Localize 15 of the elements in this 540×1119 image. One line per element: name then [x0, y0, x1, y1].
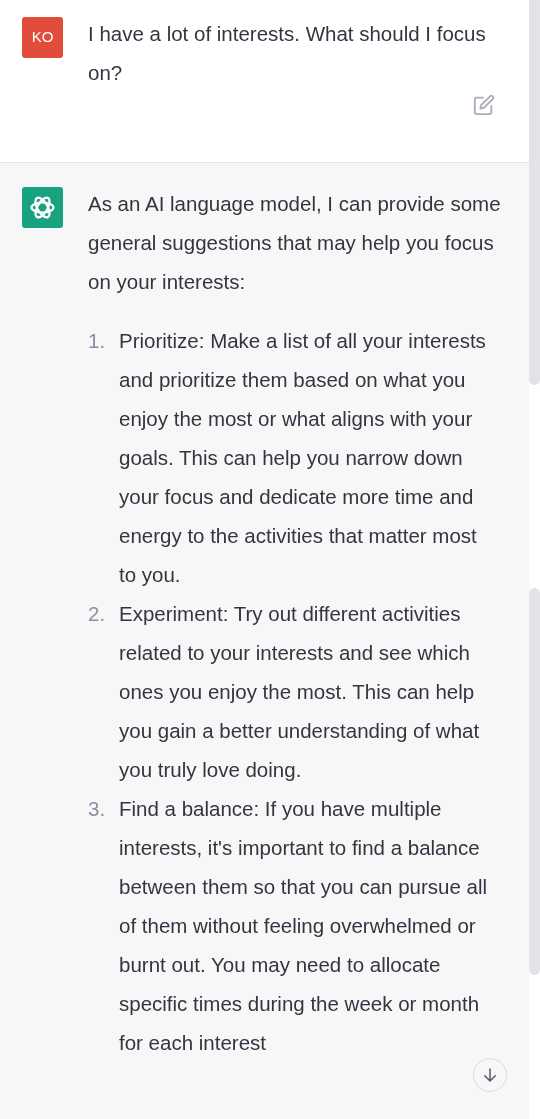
scrollbar-thumb[interactable] [529, 588, 540, 975]
list-number: 1. [88, 328, 107, 354]
arrow-down-icon [481, 1066, 499, 1084]
assistant-logo-icon [22, 187, 63, 228]
list-item-text: Find a balance: If you have multiple interests, it's important to find a balance between them so that you can pursue all of them without feeling overwhelmed or burnt out. You may need to allocate specific times during the week or month for each interest [119, 796, 489, 1056]
list-number: 2. [88, 601, 107, 627]
edit-icon[interactable] [473, 94, 495, 116]
message-text: As an AI language model, I can provide some general suggestions that may help you focus on your interests: [88, 191, 502, 295]
scroll-down-button[interactable] [473, 1058, 507, 1092]
list-number: 3. [88, 796, 107, 822]
scrollbar-thumb[interactable] [529, 0, 540, 385]
list-item-text: Prioritize: Make a list of all your interests and prioritize them based on what you enjoy the most or what aligns with your goals. This can help you narrow down your focus and dedicate more time and energy to the activities that matter most to you. [119, 328, 487, 588]
user-avatar: KO [22, 17, 63, 58]
list-item-text: Experiment: Try out different activities related to your interests and see which ones you enjoy the most. This can help you gain a better understanding of what you truly love doing. [119, 601, 481, 783]
message-text: I have a lot of interests. What should I focus on? [88, 21, 487, 86]
